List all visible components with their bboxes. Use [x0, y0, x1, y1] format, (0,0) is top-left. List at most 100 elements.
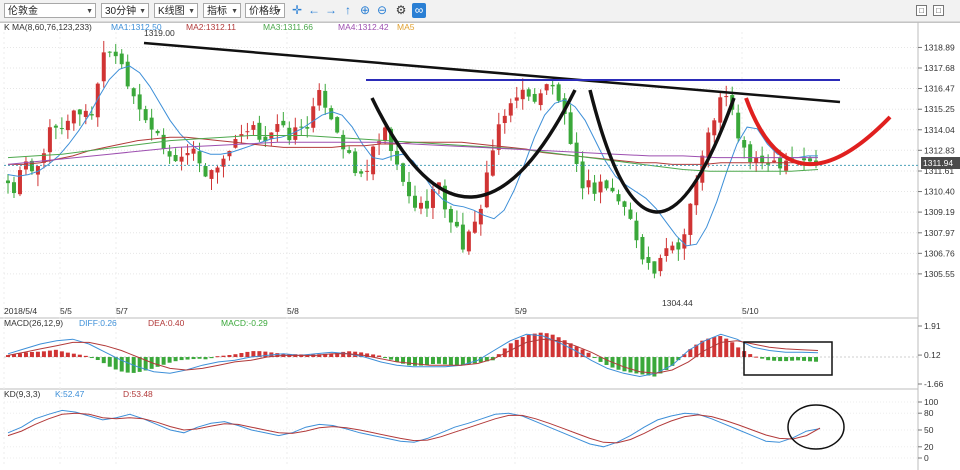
candle-body — [526, 89, 531, 97]
candle-body — [413, 195, 417, 208]
macd-histogram-bar — [526, 335, 531, 358]
y-tick-label: 50 — [924, 425, 934, 435]
candle-body — [251, 125, 256, 130]
macd-histogram-bar — [586, 352, 591, 358]
candle-body — [113, 51, 118, 57]
candle-body — [664, 248, 669, 256]
y-tick-label: -1.66 — [924, 379, 944, 389]
macd-histogram-bar — [179, 357, 184, 361]
candle-body — [317, 90, 322, 106]
candle-body — [11, 182, 16, 194]
candle-body — [257, 122, 262, 140]
candle-body — [628, 209, 633, 219]
candle-body — [544, 84, 549, 91]
low-price-label: 1304.44 — [662, 298, 693, 308]
candle-body — [670, 245, 675, 251]
candle-body — [682, 234, 687, 249]
legend-diff: DIFF:0.26 — [79, 318, 117, 328]
macd-histogram-bar — [173, 357, 178, 362]
macd-histogram-bar — [754, 356, 759, 358]
macd-histogram-bar — [550, 334, 555, 358]
candle-body — [634, 220, 639, 241]
candle-body — [347, 150, 352, 153]
candle-body — [131, 88, 136, 97]
candle-body — [383, 127, 388, 142]
candle-body — [311, 106, 316, 128]
macd-histogram-bar — [35, 351, 40, 358]
candle-body — [712, 120, 717, 136]
candle-body — [353, 151, 358, 174]
candle-body — [658, 257, 663, 272]
macd-histogram-bar — [53, 349, 58, 358]
macd-histogram-bar — [65, 352, 70, 358]
macd-histogram-bar — [395, 357, 400, 362]
last-price-label: 1311.94 — [923, 158, 953, 168]
y-tick-label: 0 — [924, 453, 929, 463]
macd-histogram-bar — [520, 337, 525, 358]
candle-body — [167, 151, 172, 157]
candle-body — [59, 128, 64, 130]
macd-histogram-bar — [436, 357, 441, 364]
candle-body — [299, 126, 304, 128]
macd-histogram-bar — [772, 357, 777, 361]
legend-ma2: MA2:1312.11 — [186, 22, 236, 32]
candle-body — [191, 148, 196, 154]
macd-histogram-bar — [113, 357, 118, 370]
x-tick-label: 5/10 — [742, 306, 759, 316]
macd-histogram-bar — [748, 354, 753, 358]
candle-body — [418, 202, 423, 209]
macd-histogram-bar — [472, 357, 477, 364]
legend-macd: MACD:-0.29 — [221, 318, 268, 328]
macd-histogram-bar — [736, 347, 741, 358]
candle-body — [149, 117, 154, 130]
candle-body — [766, 163, 771, 165]
candle-body — [742, 140, 747, 148]
macd-histogram-bar — [430, 357, 435, 365]
candle-body — [460, 224, 465, 250]
candle-body — [173, 155, 178, 162]
candle-body — [676, 242, 681, 250]
macd-histogram-bar — [245, 351, 250, 358]
main-legend-prefix: K MA(8,60,76,123,233) — [4, 22, 92, 32]
macd-histogram-bar — [83, 355, 88, 358]
candle-body — [53, 125, 58, 128]
x-tick-label: 5/7 — [116, 306, 128, 316]
macd-histogram-bar — [454, 357, 459, 366]
y-tick-label: 0.12 — [924, 350, 941, 360]
y-tick-label: 20 — [924, 442, 934, 452]
macd-histogram-bar — [203, 357, 208, 360]
legend-ma3: MA3:1311.66 — [263, 22, 313, 32]
y-tick-label: 80 — [924, 408, 934, 418]
candle-body — [760, 155, 765, 163]
macd-legend-prefix: MACD(26,12,9) — [4, 318, 63, 328]
legend-d: D:53.48 — [123, 389, 153, 399]
macd-histogram-bar — [59, 351, 64, 358]
macd-histogram-bar — [802, 357, 807, 361]
candle-body — [568, 112, 573, 144]
candle-body — [718, 97, 723, 123]
candle-body — [215, 167, 220, 173]
x-tick-label: 5/5 — [60, 306, 72, 316]
candle-body — [586, 180, 591, 188]
macd-histogram-bar — [778, 357, 783, 362]
macd-histogram-bar — [760, 357, 765, 359]
macd-histogram-bar — [622, 357, 627, 372]
chart-canvas: 1318.89 1317.68 1316.47 1315.25 1314.04 1312.… — [0, 21, 960, 470]
x-tick-label: 5/8 — [287, 306, 299, 316]
candle-body — [478, 208, 483, 225]
candle-body — [203, 166, 208, 177]
macd-histogram-bar — [71, 353, 76, 358]
macd-histogram-bar — [95, 357, 100, 361]
macd-histogram-bar — [161, 357, 166, 365]
candle-body — [802, 158, 807, 161]
candle-body — [395, 150, 400, 165]
legend-k: K:52.47 — [55, 389, 85, 399]
macd-histogram-bar — [712, 337, 717, 358]
candle-body — [371, 146, 376, 175]
macd-histogram-bar — [784, 357, 789, 362]
macd-histogram-bar — [413, 357, 417, 366]
macd-histogram-bar — [17, 353, 22, 358]
candle-body — [125, 61, 130, 87]
y-tick-label: 1305.55 — [924, 269, 955, 279]
macd-histogram-bar — [628, 357, 633, 373]
